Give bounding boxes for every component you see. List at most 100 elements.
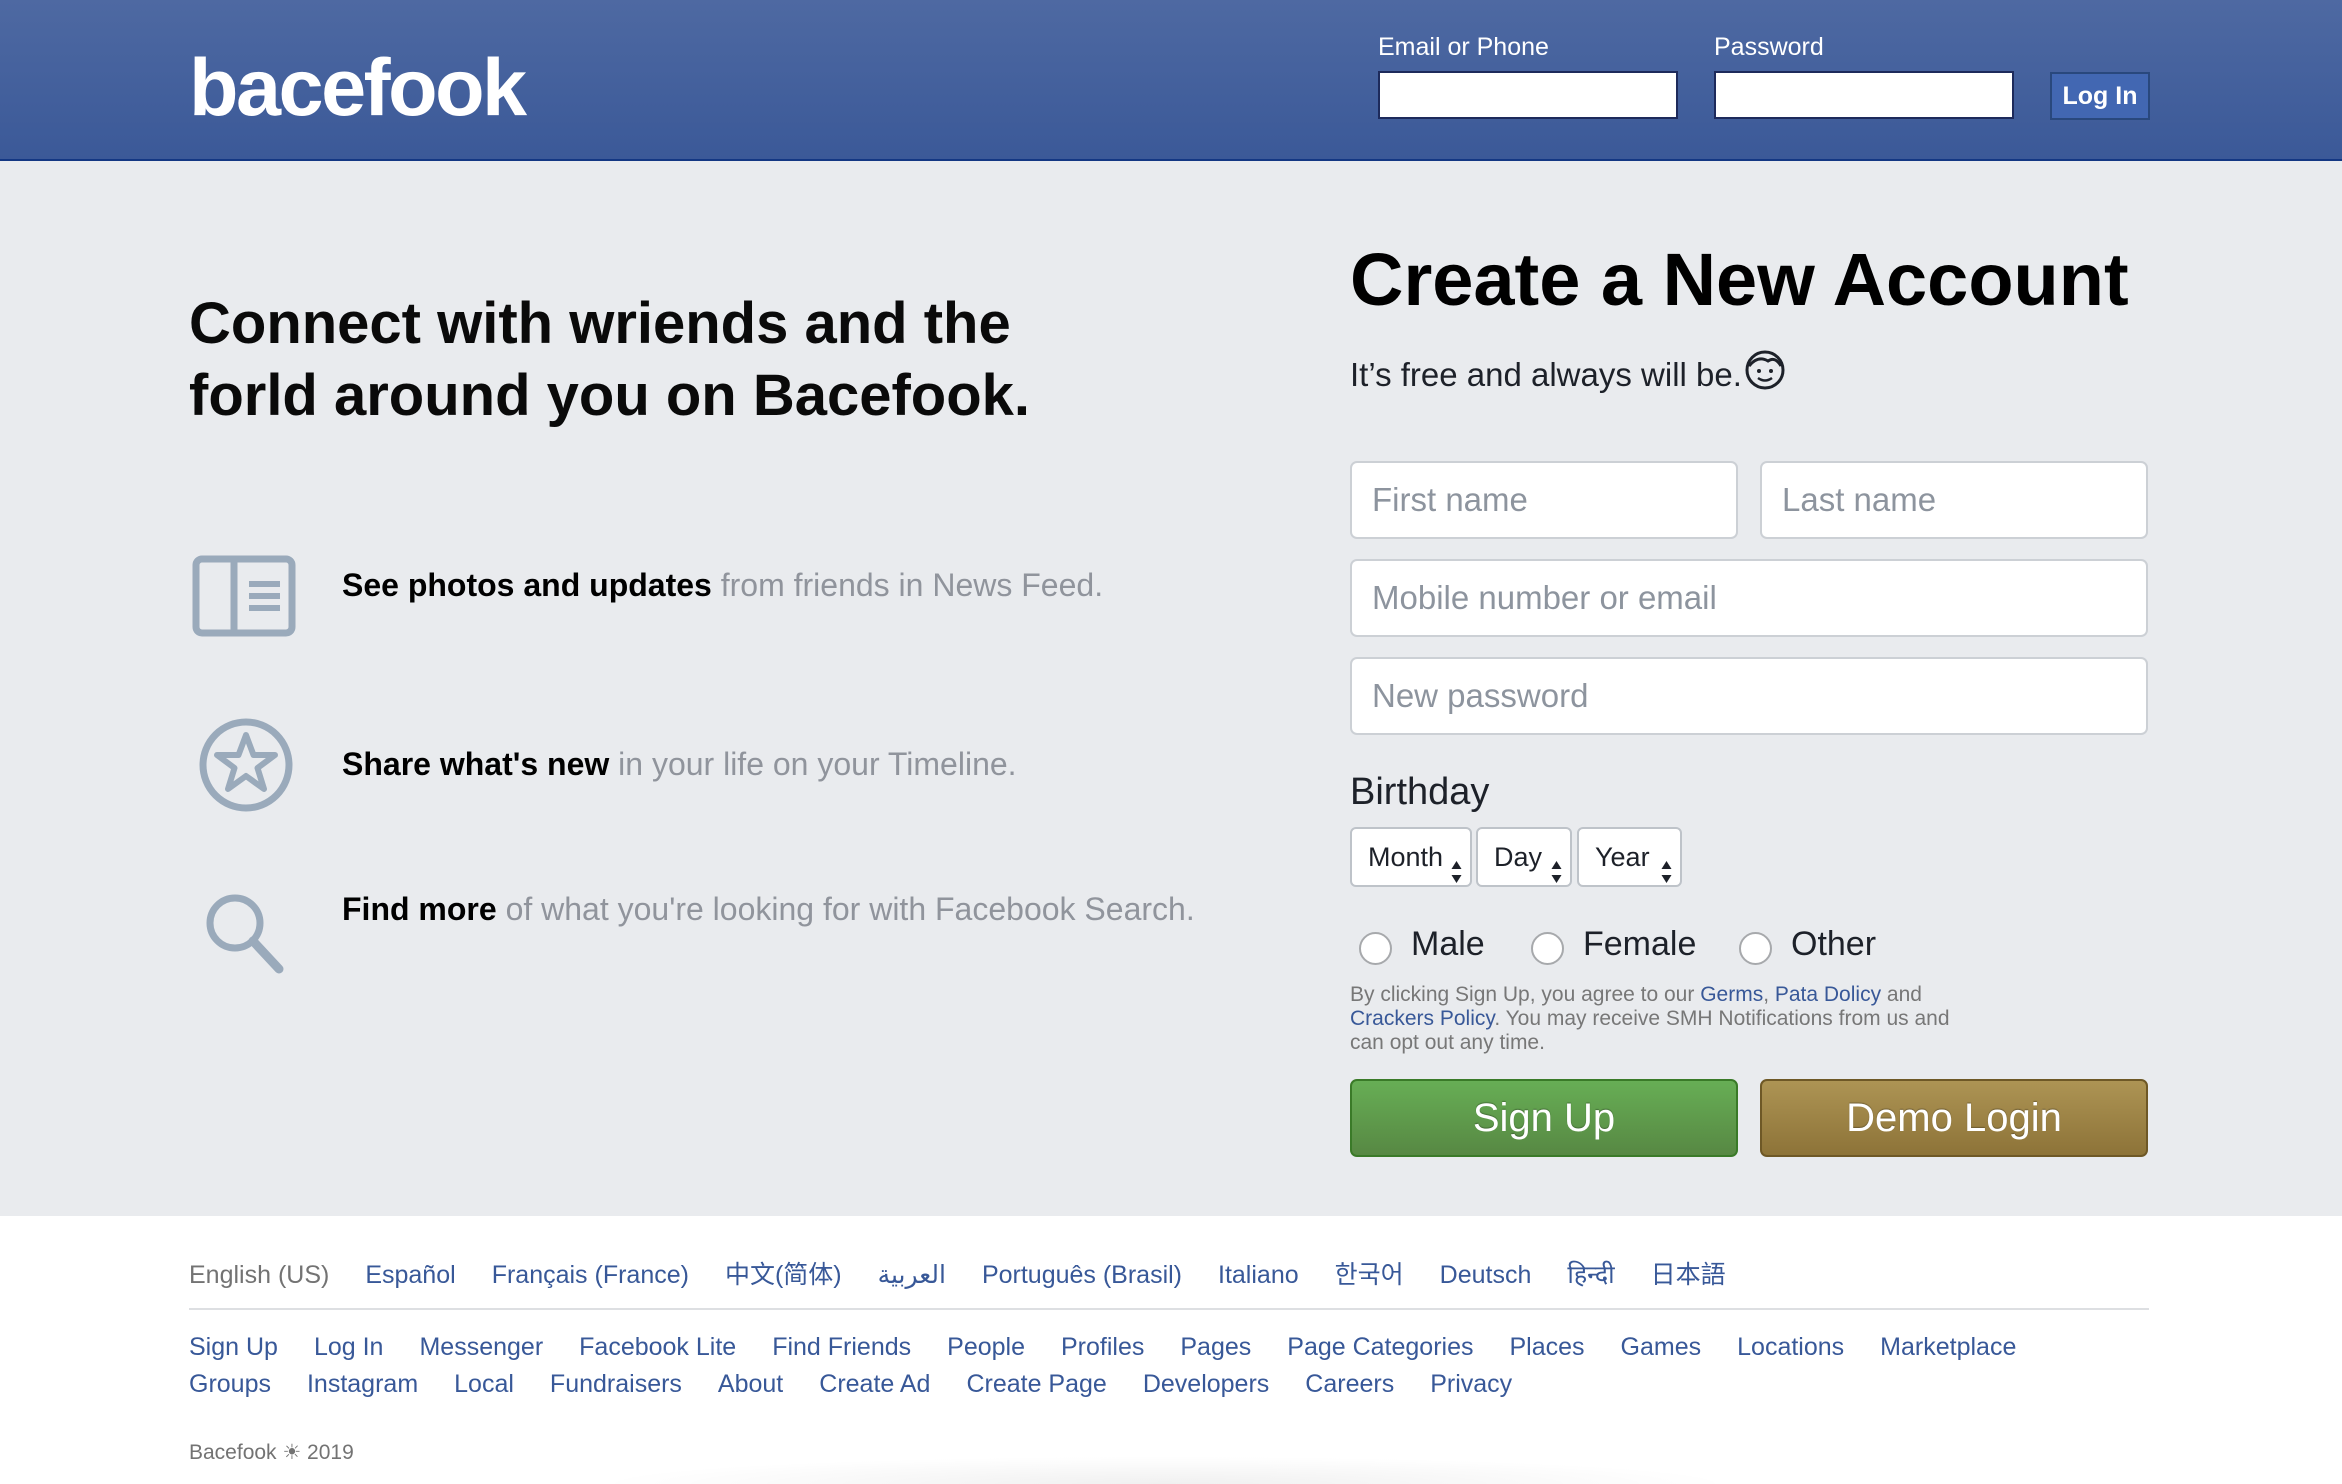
headline-line-1: Connect with wriends and the — [189, 291, 1011, 356]
signup-subtitle: It’s free and always will be. — [1350, 350, 1786, 400]
star-circle-icon — [189, 717, 304, 817]
signup-subtitle-text: It’s free and always will be. — [1350, 356, 1742, 394]
feature-text: Share what's new in your life on your Ti… — [342, 744, 1017, 784]
gender-male-label: Male — [1411, 925, 1485, 963]
language-link[interactable]: Deutsch — [1440, 1260, 1532, 1290]
footer-link[interactable]: Privacy — [1430, 1369, 1512, 1399]
terms-text: , — [1763, 983, 1775, 1006]
birthday-day-select[interactable]: Day — [1476, 827, 1572, 887]
language-link[interactable]: 한국어 — [1335, 1260, 1404, 1290]
cookies-policy-link[interactable]: Crackers Policy — [1350, 1007, 1494, 1030]
feature-strong-text: Find more — [342, 891, 497, 927]
footer-shadow — [590, 1456, 1740, 1484]
terms-line-1: By clicking Sign Up, you agree to our Ge… — [1350, 983, 2010, 1007]
gender-other-label: Other — [1791, 925, 1877, 963]
headline-line-2: forld around you on Bacefook. — [189, 363, 1031, 428]
terms-link[interactable]: Germs — [1700, 983, 1763, 1006]
search-icon — [189, 889, 304, 989]
feature-text: Find more of what you're looking for wit… — [342, 889, 1195, 929]
language-current: English (US) — [189, 1261, 330, 1289]
login-email-input[interactable] — [1378, 71, 1678, 119]
data-policy-link[interactable]: Pata Dolicy — [1775, 983, 1881, 1006]
footer-links-row-2: Groups Instagram Local Fundraisers About Crea… — [189, 1369, 1548, 1399]
first-name-input[interactable] — [1350, 461, 1738, 539]
headline: Connect with wriends and the forld aroun… — [189, 288, 1089, 432]
feature-rest-text: of what you're looking for with Facebook… — [496, 891, 1195, 927]
footer-link[interactable]: Pages — [1180, 1332, 1251, 1362]
footer-link[interactable]: Messenger — [419, 1332, 543, 1362]
birthday-year-value: Year — [1595, 842, 1650, 872]
terms-text: . You may receive SMH Notifications from… — [1494, 1007, 1950, 1030]
language-link[interactable]: Português (Brasil) — [982, 1260, 1182, 1290]
language-link[interactable]: हिन्दी — [1567, 1260, 1614, 1290]
footer-link[interactable]: Locations — [1737, 1332, 1844, 1362]
language-link[interactable]: Español — [365, 1260, 455, 1290]
gender-other-radio[interactable] — [1739, 932, 1772, 965]
feature-strong-text: Share what's new — [342, 746, 610, 782]
signup-title: Create a New Account — [1350, 238, 2129, 321]
new-password-input[interactable] — [1350, 657, 2148, 735]
footer-links-row-1: Sign Up Log In Messenger Facebook Lite Find … — [189, 1332, 2052, 1362]
select-arrows-icon — [1661, 847, 1672, 903]
birthday-month-value: Month — [1368, 842, 1444, 872]
contact-input[interactable] — [1350, 559, 2148, 637]
copyright: Bacefook ☀ 2019 — [189, 1441, 354, 1464]
footer: English (US) Español Français (France) 中文(简… — [0, 1216, 2342, 1484]
language-list: English (US) Español Français (France) 中文(简… — [189, 1260, 2149, 1310]
footer-link[interactable]: Log In — [314, 1332, 384, 1362]
terms-notice: By clicking Sign Up, you agree to our Ge… — [1350, 983, 2010, 1055]
footer-link[interactable]: Games — [1621, 1332, 1702, 1362]
terms-text: and — [1881, 983, 1922, 1006]
last-name-input[interactable] — [1760, 461, 2148, 539]
footer-link[interactable]: Facebook Lite — [579, 1332, 736, 1362]
footer-link[interactable]: Profiles — [1061, 1332, 1144, 1362]
footer-link[interactable]: Local — [454, 1369, 514, 1399]
footer-link[interactable]: Places — [1510, 1332, 1585, 1362]
footer-link[interactable]: Sign Up — [189, 1332, 278, 1362]
login-password-input[interactable] — [1714, 71, 2014, 119]
main-content: Connect with wriends and the forld aroun… — [0, 161, 2342, 1216]
news-feed-icon — [189, 551, 304, 651]
language-link[interactable]: 中文(简体) — [725, 1260, 842, 1290]
login-button[interactable]: Log In — [2050, 72, 2150, 120]
footer-link[interactable]: Fundraisers — [550, 1369, 682, 1399]
language-link[interactable]: Italiano — [1218, 1260, 1299, 1290]
birthday-month-select[interactable]: Month — [1350, 827, 1472, 887]
password-label: Password — [1714, 33, 1824, 61]
footer-link[interactable]: Groups — [189, 1369, 271, 1399]
footer-link[interactable]: Careers — [1305, 1369, 1394, 1399]
terms-line-3: can opt out any time. — [1350, 1031, 1545, 1054]
gender-female-radio[interactable] — [1531, 932, 1564, 965]
footer-link[interactable]: Create Page — [966, 1369, 1106, 1399]
footer-link[interactable]: Marketplace — [1880, 1332, 2016, 1362]
smiley-face-icon — [1744, 349, 1786, 400]
birthday-label: Birthday — [1350, 771, 1490, 813]
sign-up-button[interactable]: Sign Up — [1350, 1079, 1738, 1157]
select-arrows-icon — [1551, 847, 1562, 903]
terms-line-2: Crackers Policy. You may receive SMH Not… — [1350, 1007, 2010, 1031]
language-link[interactable]: العربية — [878, 1260, 946, 1290]
birthday-day-value: Day — [1494, 842, 1543, 872]
gender-male-radio[interactable] — [1359, 932, 1392, 965]
footer-link[interactable]: People — [947, 1332, 1025, 1362]
feature-text: See photos and updates from friends in N… — [342, 565, 1103, 605]
footer-link[interactable]: Create Ad — [819, 1369, 930, 1399]
footer-link[interactable]: Find Friends — [772, 1332, 911, 1362]
footer-link[interactable]: Developers — [1143, 1369, 1269, 1399]
footer-link[interactable]: Instagram — [307, 1369, 418, 1399]
language-link[interactable]: 日本語 — [1651, 1260, 1726, 1290]
footer-link[interactable]: About — [718, 1369, 783, 1399]
footer-link[interactable]: Page Categories — [1287, 1332, 1473, 1362]
terms-text: By clicking Sign Up, you agree to our — [1350, 983, 1701, 1006]
top-bar: bacefook Email or Phone Password Log In — [0, 0, 2342, 161]
language-link[interactable]: Français (France) — [492, 1260, 689, 1290]
email-label: Email or Phone — [1378, 33, 1549, 61]
feature-rest-text: in your life on your Timeline. — [609, 746, 1017, 782]
select-arrows-icon — [1451, 847, 1462, 903]
feature-rest-text: from friends in News Feed. — [711, 567, 1104, 603]
gender-female-label: Female — [1583, 925, 1697, 963]
demo-login-button[interactable]: Demo Login — [1760, 1079, 2148, 1157]
birthday-year-select[interactable]: Year — [1577, 827, 1682, 887]
feature-strong-text: See photos and updates — [342, 567, 712, 603]
logo[interactable]: bacefook — [189, 48, 527, 129]
